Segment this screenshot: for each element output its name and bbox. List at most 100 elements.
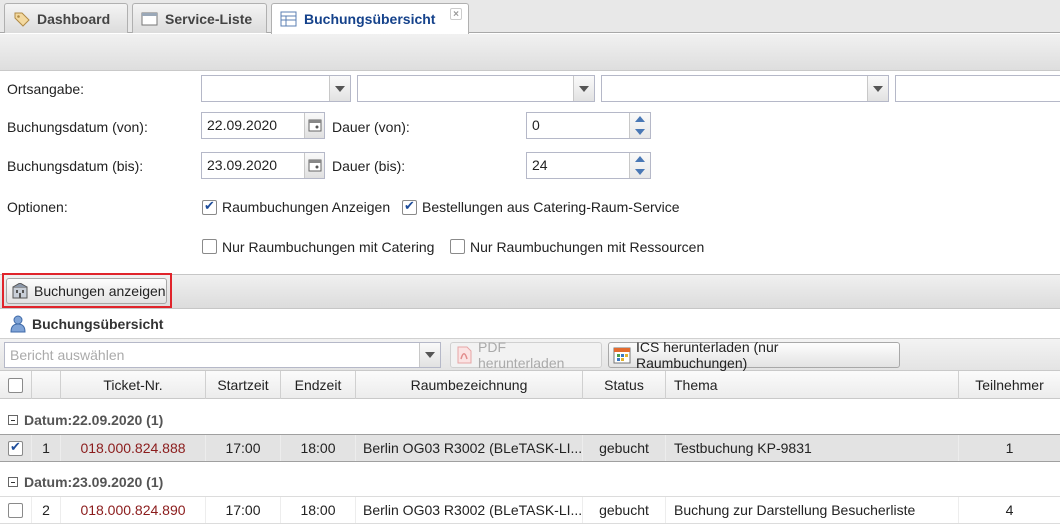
grid-header: Ticket-Nr. Startzeit Endzeit Raumbezeich… <box>0 371 1060 399</box>
option-label: Bestellungen aus Catering-Raum-Service <box>422 199 680 215</box>
tab-label: Service-Liste <box>165 10 253 27</box>
group-label: Datum:22.09.2020 (1) <box>24 412 164 428</box>
column-header-status[interactable]: Status <box>583 371 666 399</box>
calendar-icon[interactable] <box>304 113 324 138</box>
report-placeholder: Bericht auswählen <box>10 347 125 363</box>
thema-cell: Testbuchung KP-9831 <box>666 435 959 461</box>
chevron-down-icon[interactable] <box>329 76 350 101</box>
buchungsdatum-von-field[interactable]: 22.09.2020 <box>201 112 325 139</box>
button-label: Buchungen anzeigen <box>34 283 166 299</box>
top-toolbar <box>0 34 1060 71</box>
row-number: 1 <box>32 435 61 461</box>
optionen-label: Optionen: <box>7 199 68 215</box>
calendar-grid-icon <box>613 346 631 364</box>
option-label: Raumbuchungen Anzeigen <box>222 199 391 215</box>
number-value: 24 <box>532 157 548 173</box>
startzeit-cell: 17:00 <box>206 497 281 523</box>
ortsangabe-select-3[interactable] <box>601 75 889 102</box>
show-bookings-button[interactable]: Buchungen anzeigen <box>6 278 167 304</box>
row-select-cell <box>0 435 32 461</box>
table-icon <box>280 11 298 27</box>
option-checkbox-nur-ressourcen[interactable] <box>450 239 465 254</box>
button-label: PDF herunterladen <box>478 339 565 371</box>
option-checkbox-nur-catering[interactable] <box>202 239 217 254</box>
buchungsdatum-bis-field[interactable]: 23.09.2020 <box>201 152 325 179</box>
tag-icon <box>13 11 31 27</box>
window-icon <box>141 11 159 27</box>
date-value: 23.09.2020 <box>207 157 278 173</box>
status-cell: gebucht <box>583 435 666 461</box>
column-header-ticket[interactable]: Ticket-Nr. <box>61 371 206 399</box>
building-icon <box>11 283 29 299</box>
button-label: ICS herunterladen (nur Raumbuchungen) <box>636 339 779 371</box>
buchungsdatum-von-label: Buchungsdatum (von): <box>7 119 148 135</box>
date-value: 22.09.2020 <box>207 117 278 133</box>
row-checkbox[interactable] <box>8 439 23 456</box>
rownum-header <box>32 371 61 399</box>
group-label: Datum:23.09.2020 (1) <box>24 474 164 490</box>
chevron-down-icon[interactable] <box>573 76 594 101</box>
select-all-checkbox[interactable] <box>8 377 23 393</box>
chevron-down-icon[interactable] <box>419 343 440 367</box>
collapse-icon[interactable] <box>8 415 18 425</box>
spinner-icon[interactable] <box>629 113 650 138</box>
grid-toolbar: Bericht auswählen PDF herunterladen ICS … <box>0 339 1060 371</box>
row-checkbox[interactable] <box>8 502 23 518</box>
row-number: 2 <box>32 497 61 523</box>
endzeit-cell: 18:00 <box>281 497 356 523</box>
dauer-bis-label: Dauer (bis): <box>332 158 406 174</box>
option-label: Nur Raumbuchungen mit Ressourcen <box>470 239 705 255</box>
tab-label: Dashboard <box>37 10 111 27</box>
endzeit-cell: 18:00 <box>281 435 356 461</box>
pdf-download-button[interactable]: PDF herunterladen <box>450 339 602 371</box>
spinner-icon[interactable] <box>629 153 650 178</box>
thema-cell: Buchung zur Darstellung Besucherliste <box>666 497 959 523</box>
close-icon[interactable]: × <box>450 8 462 20</box>
column-header-startzeit[interactable]: Startzeit <box>206 371 281 399</box>
column-header-teilnehmer[interactable]: Teilnehmer <box>959 371 1060 399</box>
option-checkbox-raumbuchungen[interactable] <box>202 198 217 215</box>
select-all-header <box>0 371 32 399</box>
buchungsdatum-bis-label: Buchungsdatum (bis): <box>7 158 144 174</box>
report-select[interactable]: Bericht auswählen <box>4 342 441 368</box>
chevron-down-icon[interactable] <box>867 76 888 101</box>
startzeit-cell: 17:00 <box>206 435 281 461</box>
user-icon <box>10 315 26 333</box>
tab-label: Buchungsübersicht <box>304 11 436 27</box>
ortsangabe-select-2[interactable] <box>357 75 595 102</box>
table-row[interactable]: 1 018.000.824.888 17:00 18:00 Berlin OG0… <box>0 434 1060 462</box>
option-label: Nur Raumbuchungen mit Catering <box>222 239 435 255</box>
option-checkbox-catering-service[interactable] <box>402 198 417 215</box>
group-header[interactable]: Datum:23.09.2020 (1) <box>0 465 1060 499</box>
tab-bar: Dashboard Service-Liste Buchungsübersich… <box>0 0 1060 34</box>
dauer-bis-field[interactable]: 24 <box>526 152 651 179</box>
column-header-endzeit[interactable]: Endzeit <box>281 371 356 399</box>
teilnehmer-cell: 4 <box>1005 502 1014 518</box>
ics-download-button[interactable]: ICS herunterladen (nur Raumbuchungen) <box>608 339 900 371</box>
number-value: 0 <box>532 117 540 133</box>
dauer-von-field[interactable]: 0 <box>526 112 651 139</box>
tab-service-liste[interactable]: Service-Liste <box>132 3 267 33</box>
raum-cell: Berlin OG03 R3002 (BLeTASK-LI... <box>356 435 583 461</box>
column-header-raum[interactable]: Raumbezeichnung <box>356 371 583 399</box>
raum-cell: Berlin OG03 R3002 (BLeTASK-LI... <box>356 497 583 523</box>
tab-dashboard[interactable]: Dashboard <box>4 3 128 33</box>
group-header[interactable]: Datum:22.09.2020 (1) <box>0 403 1060 437</box>
ticket-cell[interactable]: 018.000.824.890 <box>61 497 206 523</box>
status-cell: gebucht <box>583 497 666 523</box>
collapse-icon[interactable] <box>8 477 18 487</box>
tab-buchungsuebersicht[interactable]: Buchungsübersicht × <box>271 3 469 34</box>
pdf-icon <box>455 346 473 364</box>
ortsangabe-select-1[interactable] <box>201 75 351 102</box>
dauer-von-label: Dauer (von): <box>332 119 410 135</box>
calendar-icon[interactable] <box>304 153 324 178</box>
row-select-cell <box>0 497 32 523</box>
ticket-cell[interactable]: 018.000.824.888 <box>61 435 206 461</box>
panel-header: Buchungsübersicht <box>0 309 1060 339</box>
teilnehmer-cell: 1 <box>1005 440 1014 456</box>
panel-title: Buchungsübersicht <box>32 315 164 332</box>
ortsangabe-label: Ortsangabe: <box>7 81 85 97</box>
table-row[interactable]: 2 018.000.824.890 17:00 18:00 Berlin OG0… <box>0 496 1060 524</box>
column-header-thema[interactable]: Thema <box>666 371 959 399</box>
ortsangabe-select-4[interactable] <box>895 75 1060 102</box>
